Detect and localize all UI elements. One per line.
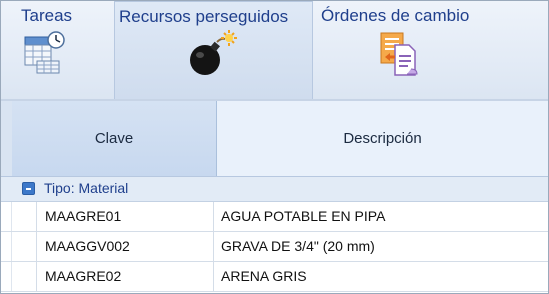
- resources-grid: Clave Descripción Tipo: Material MAAGRE0…: [1, 101, 548, 293]
- cell-descripcion: AGUA POTABLE EN PIPA: [221, 208, 386, 224]
- cell-clave: MAAGGV002: [45, 238, 130, 254]
- ribbon-button-ordenes-de-cambio[interactable]: Órdenes de cambio: [315, 1, 515, 100]
- row-indent: [1, 262, 37, 291]
- cell-clave: MAAGRE02: [45, 268, 122, 284]
- ribbon: Tareas Recursos perseguidos Órdenes de c…: [1, 1, 548, 101]
- table-row[interactable]: MAAGRE01 AGUA POTABLE EN PIPA: [1, 202, 548, 232]
- table-row[interactable]: MAAGRE02 ARENA GRIS: [1, 262, 548, 292]
- ribbon-label-ordenes-de-cambio: Órdenes de cambio: [321, 6, 470, 25]
- column-separator: [213, 262, 214, 291]
- ribbon-button-recursos-perseguidos[interactable]: Recursos perseguidos: [114, 1, 313, 100]
- tasks-calendar-clock-icon: [24, 31, 65, 74]
- cell-descripcion: GRAVA DE 3/4" (20 mm): [221, 238, 375, 254]
- column-header-descripcion[interactable]: Descripción: [217, 101, 548, 176]
- cell-descripcion: ARENA GRIS: [221, 268, 307, 284]
- ribbon-label-recursos-perseguidos: Recursos perseguidos: [119, 7, 289, 26]
- window-frame: Tareas Recursos perseguidos Órdenes de c…: [0, 0, 549, 294]
- change-order-document-icon: [380, 32, 418, 76]
- group-label: Tipo: Material: [44, 180, 129, 196]
- ribbon-label-tareas: Tareas: [21, 6, 73, 25]
- table-row[interactable]: MAAGGV002 GRAVA DE 3/4" (20 mm): [1, 232, 548, 262]
- bomb-icon: [190, 30, 237, 75]
- column-header-clave[interactable]: Clave: [12, 101, 217, 176]
- row-indent: [1, 232, 37, 261]
- row-indent: [1, 202, 37, 231]
- group-row-tipo-material[interactable]: Tipo: Material: [1, 177, 548, 202]
- ribbon-button-tareas[interactable]: Tareas: [7, 1, 107, 100]
- grid-header: Clave Descripción: [1, 101, 548, 177]
- column-separator: [213, 232, 214, 261]
- cell-clave: MAAGRE01: [45, 208, 122, 224]
- collapse-group-icon[interactable]: [22, 182, 35, 195]
- column-separator: [213, 202, 214, 231]
